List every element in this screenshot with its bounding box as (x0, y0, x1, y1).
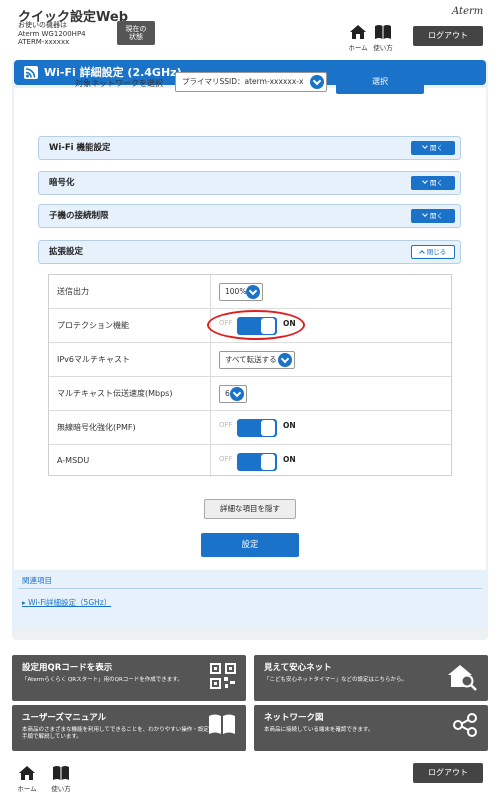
pmf-toggle[interactable]: OFF ON (219, 419, 307, 437)
hide-details-button[interactable]: 詳細な項目を隠す (204, 499, 296, 519)
header: クイック設定Web お使いの機器は Aterm WG1200HP4 ATERM-… (0, 0, 500, 56)
chevron-down-icon (246, 285, 260, 299)
chevron-down-icon (422, 211, 428, 217)
home-icon (350, 25, 366, 39)
share-network-icon (453, 713, 477, 737)
chevron-down-icon (422, 143, 428, 149)
manual-button[interactable]: 使い方 (368, 24, 398, 52)
highlight-annotation (207, 310, 305, 340)
brand-logo: Aterm (452, 6, 484, 17)
select-button[interactable]: 選択 (336, 70, 424, 94)
tx-power-select[interactable]: 100% (219, 283, 263, 301)
open-button[interactable]: 開く (411, 176, 455, 190)
model-info: お使いの機器は Aterm WG1200HP4 ATERM-xxxxxx (18, 21, 86, 46)
home-search-icon (448, 665, 477, 691)
accordion-extended-settings[interactable]: 拡張設定 閉じる (38, 240, 461, 264)
table-row-ipv6-multicast: IPv6マルチキャスト すべて転送する (49, 343, 451, 377)
book-icon (375, 25, 391, 39)
book-icon (53, 766, 69, 780)
accordion-wifi-function[interactable]: Wi-Fi 機能設定 開く (38, 136, 461, 160)
open-button[interactable]: 開く (411, 209, 455, 223)
related-link-5ghz[interactable]: ▸ Wi-Fi詳細設定（5GHz） (22, 597, 111, 608)
chevron-down-icon (278, 353, 292, 367)
chevron-up-icon (418, 250, 425, 256)
network-select[interactable]: プライマリSSID：aterm-xxxxxx-x (175, 72, 327, 92)
open-button[interactable]: 開く (411, 141, 455, 155)
footer-home-button[interactable]: ホーム (12, 765, 42, 793)
amsdu-toggle[interactable]: OFF ON (219, 453, 307, 471)
logout-button[interactable]: ログアウト (413, 26, 483, 46)
tile-kids-safe-net[interactable]: 見えて安心ネット 「こども安心ネットタイマー」などの設定はこちらから。 (254, 655, 488, 701)
wifi-icon (24, 66, 38, 79)
related-items: 関連項目 ▸ Wi-Fi詳細設定（5GHz） (12, 570, 488, 628)
footer-logout-button[interactable]: ログアウト (413, 763, 483, 783)
table-row-tx-power: 送信出力 100% (49, 275, 451, 309)
current-status-button[interactable]: 現在の 状態 (117, 21, 155, 45)
multicast-rate-select[interactable]: 6 (219, 385, 247, 403)
tile-network-map[interactable]: ネットワーク図 本商品に接続している端末を確認できます。 (254, 705, 488, 751)
chevron-down-icon (230, 387, 244, 401)
chevron-down-icon (422, 178, 428, 184)
tile-qr-code[interactable]: 設定用QRコードを表示 「Atermらくらく QRスタート」用のQRコードを作成… (12, 655, 246, 701)
table-row-amsdu: A-MSDU OFF ON (49, 445, 451, 477)
accordion-encryption[interactable]: 暗号化 開く (38, 171, 461, 195)
book-icon (209, 714, 235, 734)
related-title: 関連項目 (22, 576, 52, 585)
accordion-connection-limit[interactable]: 子機の接続制限 開く (38, 204, 461, 228)
ipv6-multicast-select[interactable]: すべて転送する (219, 351, 295, 369)
tile-user-manual[interactable]: ユーザーズマニュアル 本商品のさまざまな機能を利用してできることを、わかりやすい… (12, 705, 246, 751)
apply-button[interactable]: 設定 (201, 533, 299, 557)
qr-code-icon (210, 663, 236, 689)
home-icon (19, 766, 35, 780)
footer-manual-button[interactable]: 使い方 (46, 765, 76, 793)
close-button[interactable]: 閉じる (411, 245, 455, 259)
extended-settings-table: 送信出力 100% プロテクション機能 OFF ON IPv6マルチキャスト す… (48, 274, 452, 477)
table-row-multicast-rate: マルチキャスト伝送速度(Mbps) 6 (49, 377, 451, 411)
chevron-down-icon (310, 75, 324, 89)
network-select-label: 対象ネットワークを選択 (75, 79, 163, 88)
table-row-pmf: 無線暗号化強化(PMF) OFF ON (49, 411, 451, 445)
